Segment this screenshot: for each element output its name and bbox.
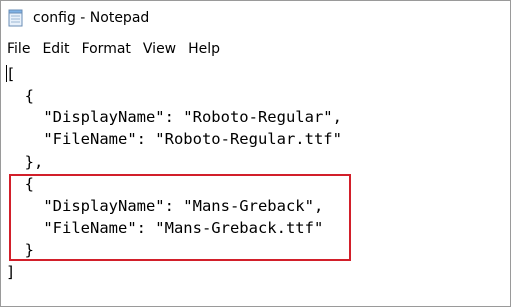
editor-line: ] [6, 263, 16, 281]
window-title: config - Notepad [33, 10, 150, 26]
editor-line: "DisplayName": "Roboto-Regular", [6, 108, 342, 126]
text-editor[interactable]: [ { "DisplayName": "Roboto-Regular", "Fi… [1, 61, 510, 306]
editor-line: "FileName": "Roboto-Regular.ttf" [6, 130, 342, 148]
title-bar[interactable]: config - Notepad [1, 1, 510, 35]
editor-line: [ [6, 65, 16, 83]
notepad-window: config - Notepad File Edit Format View H… [0, 0, 511, 307]
menu-file[interactable]: File [1, 38, 36, 60]
menu-help[interactable]: Help [182, 38, 226, 60]
menu-edit[interactable]: Edit [36, 38, 75, 60]
highlight-box [9, 174, 351, 261]
menu-format[interactable]: Format [76, 38, 137, 60]
notepad-icon [8, 9, 24, 27]
menu-bar: File Edit Format View Help [1, 38, 510, 60]
editor-line: }, [6, 153, 44, 171]
editor-line: { [6, 87, 34, 105]
menu-view[interactable]: View [137, 38, 182, 60]
